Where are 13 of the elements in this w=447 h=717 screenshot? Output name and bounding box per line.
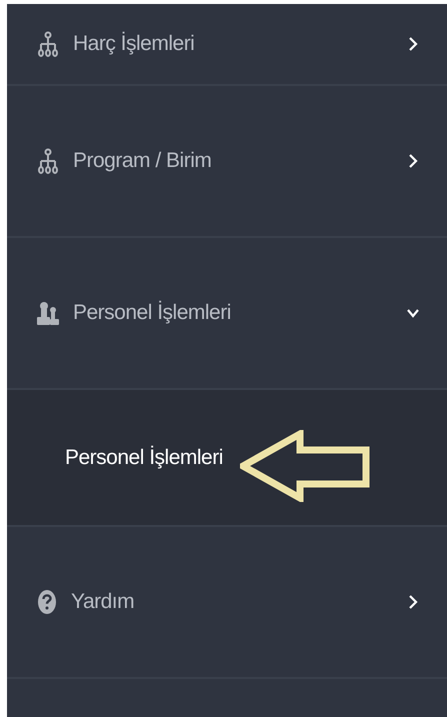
menu-item-label: Yardım (71, 590, 136, 614)
menu-item-label: Harç İşlemleri (73, 32, 196, 56)
sitemap-icon (37, 31, 59, 57)
submenu-link[interactable]: Personel İşlemleri (65, 446, 223, 470)
sitemap-icon (37, 148, 59, 174)
help-icon (37, 589, 57, 615)
menu-item[interactable]: Yardım (7, 527, 447, 679)
users-icon (37, 301, 59, 325)
menu-item[interactable]: Program / Birim (7, 86, 447, 238)
menu-item-label: Program / Birim (73, 149, 212, 173)
menu-item-label: Personel İşlemleri (73, 301, 232, 325)
menu-item[interactable]: Harç İşlemleri (7, 4, 447, 86)
arrow-annotation-icon (240, 430, 370, 502)
